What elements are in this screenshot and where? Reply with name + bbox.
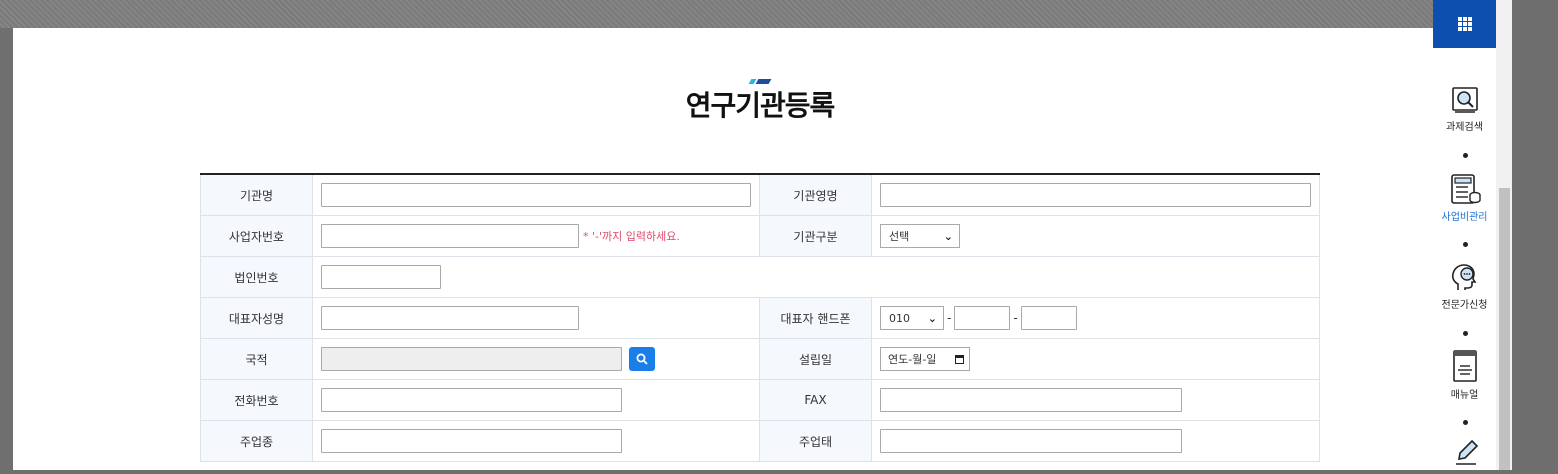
form-row: 주업종 주업태 (200, 420, 1320, 462)
ceo-name-label: 대표자성명 (200, 297, 313, 339)
org-name-en-input[interactable] (880, 183, 1311, 207)
quick-item-project-search[interactable]: 과제검색 (1433, 86, 1496, 133)
form-row: 국적 설립일 연도-월-일 (200, 338, 1320, 380)
fax-label: FAX (759, 379, 872, 421)
corp-no-label: 법인번호 (200, 256, 313, 298)
form-row: 법인번호 (200, 256, 1320, 298)
grid-icon (1457, 17, 1472, 31)
nationality-input (321, 347, 622, 371)
quick-item-label: 전문가신청 (1441, 300, 1488, 311)
quick-item-manual[interactable]: 매뉴얼 (1433, 350, 1496, 401)
biz-no-label: 사업자번호 (200, 215, 313, 257)
form-row: 기관명 기관영명 (200, 173, 1320, 216)
quick-menu: 과제검색 사업비관리 전문가신청 매뉴얼 (1433, 0, 1496, 470)
chevron-down-icon: ⌄ (943, 229, 953, 243)
separator-dot (1463, 420, 1468, 425)
nationality-label: 국적 (200, 338, 313, 380)
quick-item-label: 과제검색 (1446, 122, 1483, 133)
founded-date-input[interactable]: 연도-월-일 (880, 347, 970, 371)
scrollbar-thumb[interactable] (1499, 188, 1510, 470)
quick-item-label: 사업비관리 (1441, 212, 1488, 223)
phone-prefix-value: 010 (889, 311, 910, 325)
calculator-coins-icon (1450, 174, 1481, 204)
org-name-label: 기관명 (200, 173, 313, 216)
form-row: 전화번호 FAX (200, 379, 1320, 421)
phone-last-input[interactable] (1020, 306, 1077, 330)
quick-item-label: 매뉴얼 (1450, 390, 1479, 401)
separator-dot (1463, 153, 1468, 158)
search-icon (636, 353, 648, 365)
manual-book-icon (1452, 350, 1477, 382)
org-type-select[interactable]: 선택 ⌄ (880, 224, 960, 248)
phone-dash: - (947, 311, 952, 325)
org-name-input[interactable] (321, 183, 751, 207)
expert-head-icon (1451, 264, 1476, 290)
biz-no-hint: * '-'까지 입력하세요. (583, 230, 680, 243)
phone-dash: - (1013, 311, 1018, 325)
separator-dot (1463, 242, 1468, 247)
corp-no-input[interactable] (321, 265, 441, 289)
business-type-label: 주업태 (759, 420, 872, 462)
ceo-name-input[interactable] (321, 306, 579, 330)
org-type-selected: 선택 (889, 230, 910, 243)
phone-middle-input[interactable] (954, 306, 1011, 330)
form-row: 사업자번호 * '-'까지 입력하세요. 기관구분 선택 ⌄ (200, 215, 1320, 257)
ceo-phone-label: 대표자 핸드폰 (759, 297, 872, 339)
industry-input[interactable] (321, 429, 622, 453)
separator-dot (1463, 331, 1468, 336)
quick-item-budget[interactable]: 사업비관리 (1433, 174, 1496, 223)
form-row: 대표자성명 대표자 핸드폰 010 ⌄ - - (200, 297, 1320, 339)
biz-no-input[interactable] (321, 224, 579, 248)
org-name-en-label: 기관영명 (759, 173, 872, 216)
background-pattern (0, 0, 1558, 28)
chevron-down-icon: ⌄ (927, 311, 937, 325)
magnifier-document-icon (1451, 87, 1478, 113)
phone-input[interactable] (321, 388, 622, 412)
org-registration-form: 기관명 기관영명 사업자번호 * '-'까지 입력하세요. 기관구분 선택 ⌄ … (200, 173, 1320, 462)
org-type-label: 기관구분 (759, 215, 872, 257)
quick-item-pen[interactable] (1433, 438, 1496, 474)
phone-label: 전화번호 (200, 379, 313, 421)
pen-icon (1455, 439, 1478, 465)
founded-label: 설립일 (759, 338, 872, 380)
business-type-input[interactable] (880, 429, 1182, 453)
nationality-search-button[interactable] (629, 347, 655, 371)
quick-item-expert-apply[interactable]: 전문가신청 (1433, 262, 1496, 311)
quick-menu-toggle[interactable] (1433, 0, 1496, 48)
calendar-icon (955, 354, 964, 364)
phone-prefix-select[interactable]: 010 ⌄ (880, 306, 944, 330)
date-placeholder: 연도-월-일 (888, 353, 937, 366)
fax-input[interactable] (880, 388, 1182, 412)
industry-label: 주업종 (200, 420, 313, 462)
page-title: 연구기관등록 (685, 89, 836, 122)
